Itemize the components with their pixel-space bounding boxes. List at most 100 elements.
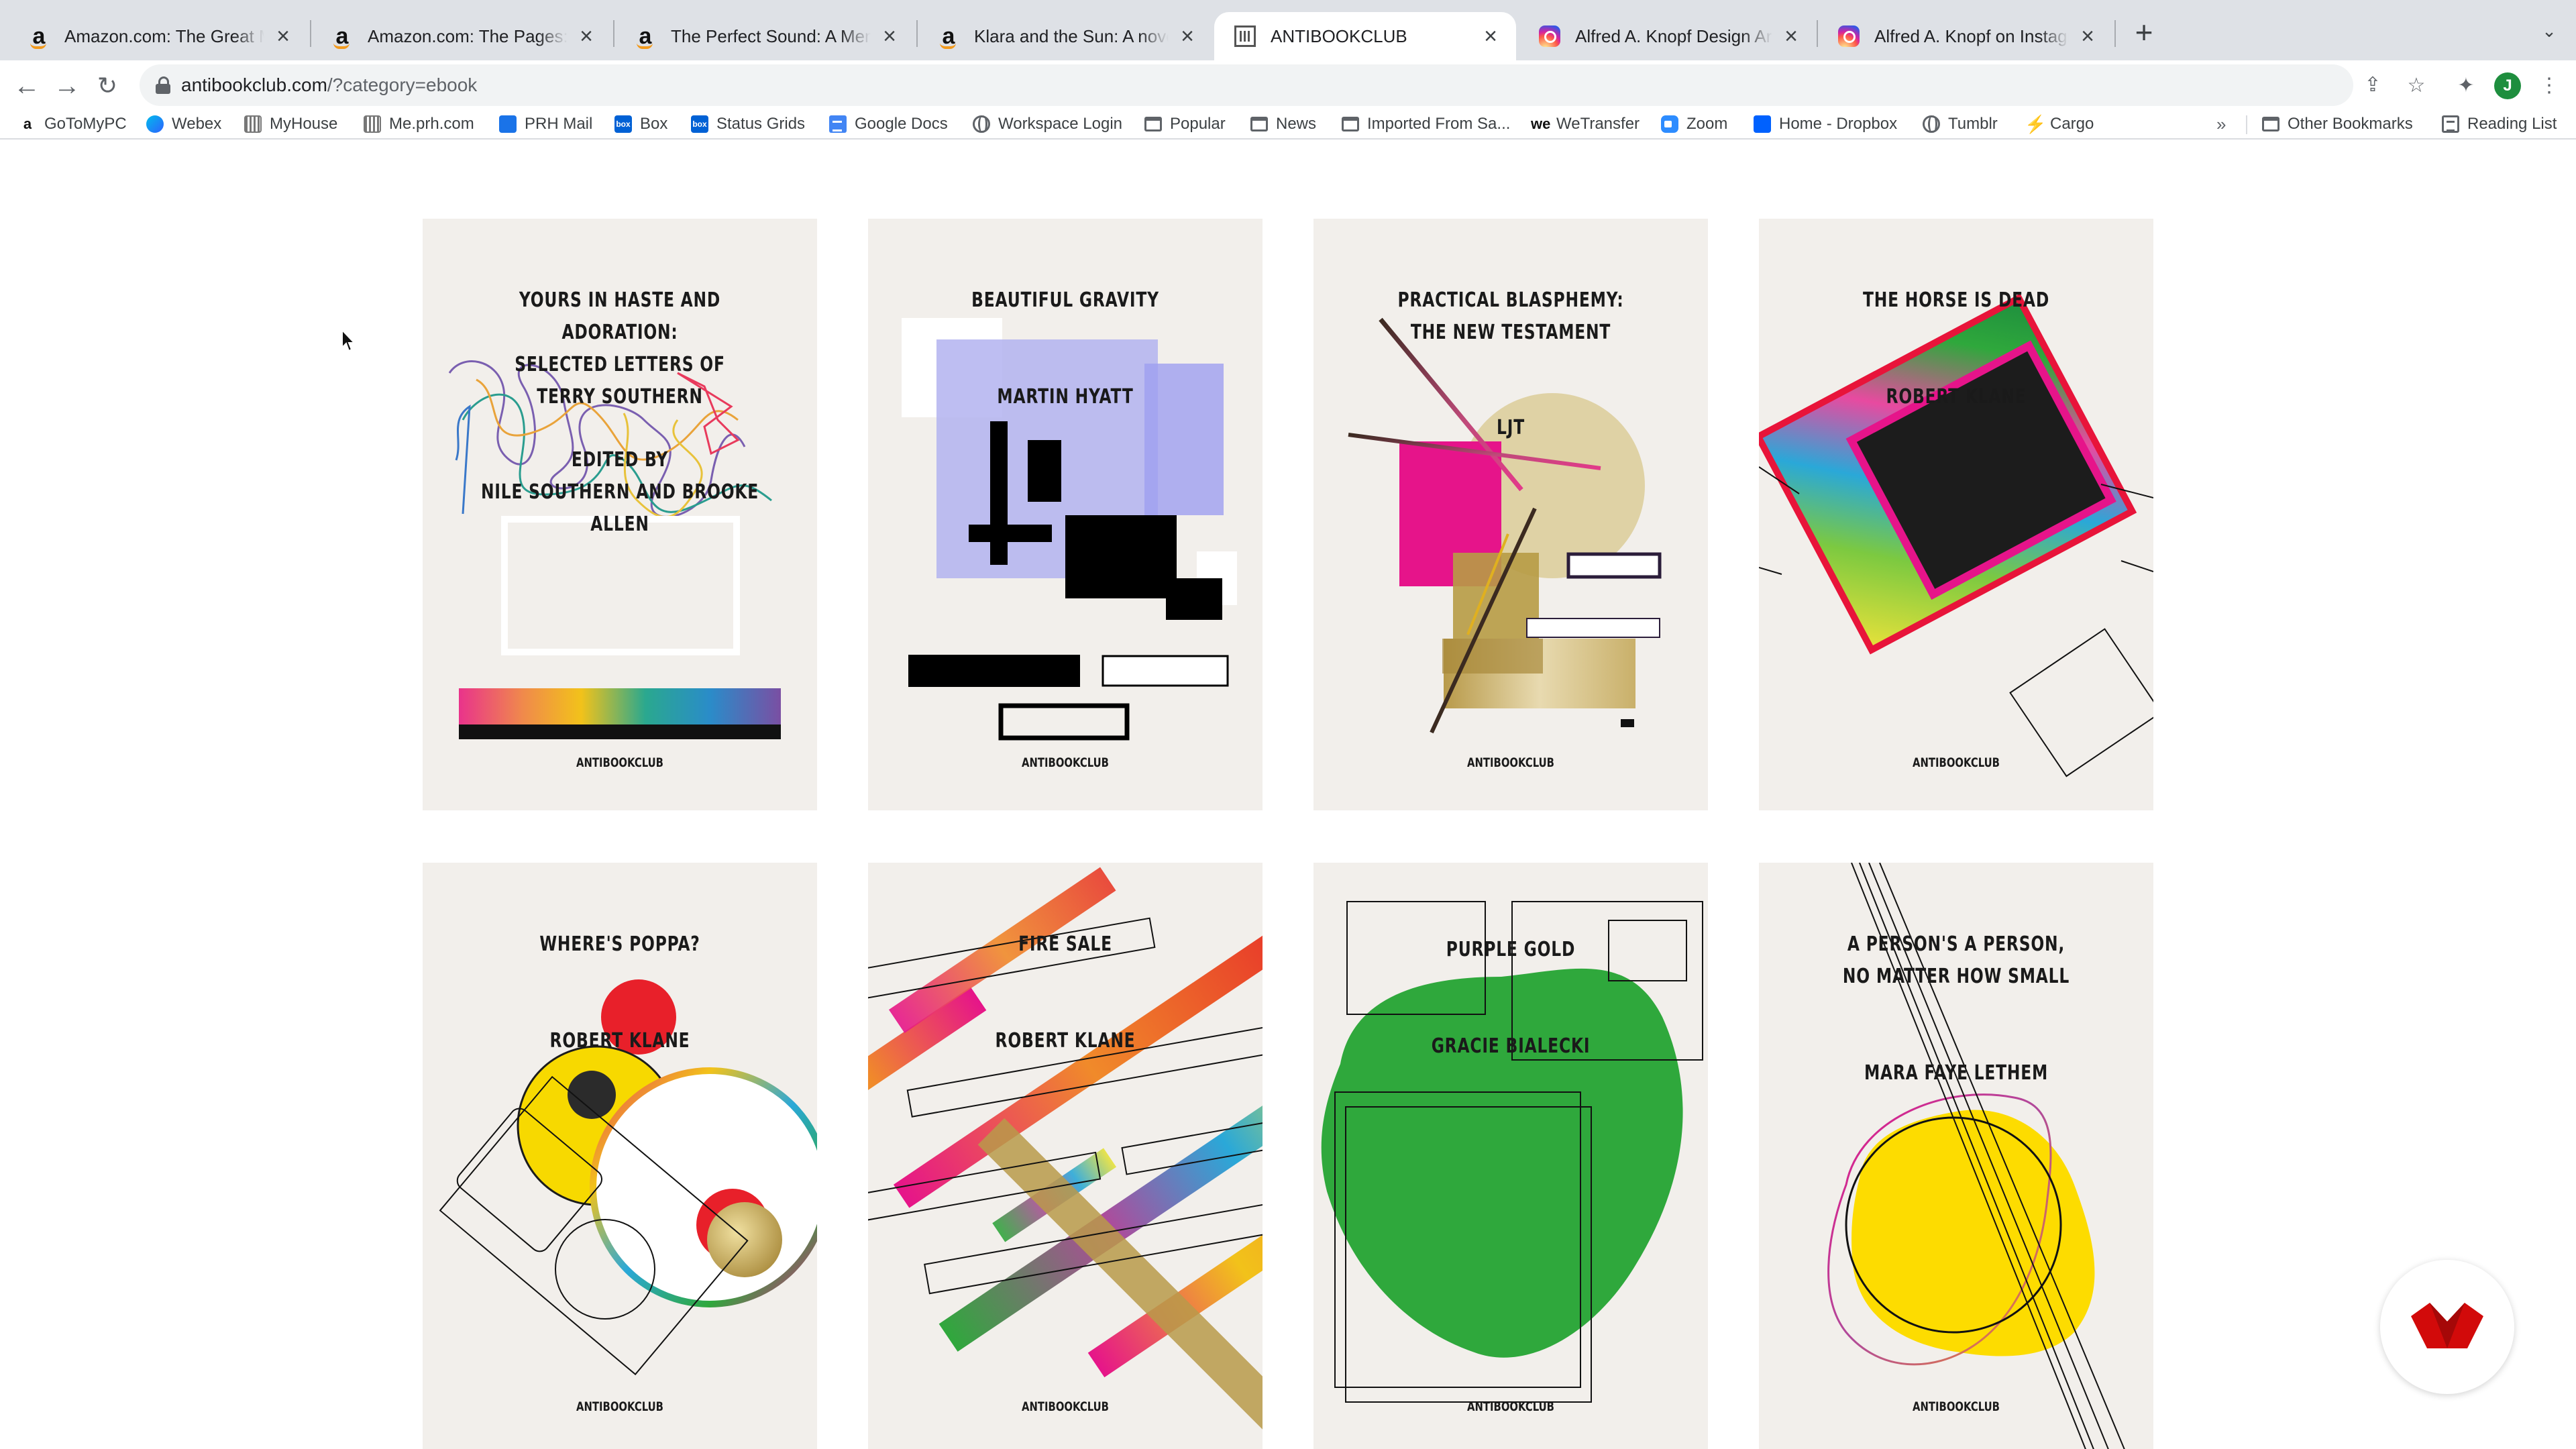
bookmark-box[interactable]: box Box xyxy=(614,110,667,138)
publisher-logo: ANTIBOOKCLUB xyxy=(1022,1399,1109,1414)
antibookclub-page: YOURS IN HASTE AND ADORATION: SELECTED LE… xyxy=(0,140,2576,1449)
tab-search-chevron-icon[interactable]: ⌄ xyxy=(2536,17,2563,44)
bookmark-label: Popular xyxy=(1170,115,1226,133)
forward-arrow-icon[interactable]: → xyxy=(50,68,85,103)
address-bar[interactable]: antibookclub.com/?category=ebook ⇪ xyxy=(140,64,2381,106)
bookmark-label: Tumblr xyxy=(1948,115,1998,133)
book-cover-beautiful-gravity[interactable]: BEAUTIFUL GRAVITY MARTIN HYATT ANTIBOOKC… xyxy=(868,219,1263,810)
bookmark-label: Zoom xyxy=(1686,115,1728,133)
bookmark-label: WeTransfer xyxy=(1556,115,1640,133)
tab-amazon-the-pages[interactable]: a Amazon.com: The Pages: A nov × xyxy=(311,12,612,60)
close-icon[interactable]: × xyxy=(1175,24,1199,48)
tab-amazon-perfect-sound[interactable]: a The Perfect Sound: A Memoir × xyxy=(614,12,915,60)
extensions-puzzle-icon[interactable]: ✦ xyxy=(2449,68,2483,103)
reload-icon[interactable]: ↻ xyxy=(90,68,125,103)
folder-icon xyxy=(1144,117,1162,131)
bookmark-prh-mail[interactable]: PRH Mail xyxy=(499,110,592,138)
bookmark-wetransfer[interactable]: we WeTransfer xyxy=(1531,110,1640,138)
publisher-logo: ANTIBOOKCLUB xyxy=(1467,1399,1554,1414)
bookmark-folder-news[interactable]: News xyxy=(1250,110,1316,138)
bookmarks-overflow-chevron[interactable]: » xyxy=(2216,110,2226,138)
bookmarks-divider xyxy=(2246,115,2247,134)
bookmark-webex[interactable]: Webex xyxy=(146,110,221,138)
bookmark-label: Other Bookmarks xyxy=(2288,115,2413,133)
bookmark-label: Cargo xyxy=(2050,115,2094,133)
book-author: MARA FAYE LETHEM xyxy=(1864,1061,2049,1085)
book-cover-a-persons-a-person[interactable]: A PERSON'S A PERSON, NO MATTER HOW SMALL … xyxy=(1759,863,2153,1449)
globe-icon xyxy=(973,115,990,133)
docs-icon xyxy=(829,115,847,133)
tab-title: Amazon.com: The Great Mistake xyxy=(64,25,264,46)
publisher-logo: ANTIBOOKCLUB xyxy=(1022,755,1109,770)
bookmark-folder-imported[interactable]: Imported From Sa... xyxy=(1342,110,1510,138)
book-cover-purple-gold[interactable]: PURPLE GOLD GRACIE BIALECKI ANTIBOOKCLUB xyxy=(1313,863,1708,1449)
close-icon[interactable]: × xyxy=(1479,24,1503,48)
close-icon[interactable]: × xyxy=(2076,24,2100,48)
tab-amazon-great-mistake[interactable]: a Amazon.com: The Great Mistake × xyxy=(8,12,309,60)
bookmark-label: MyHouse xyxy=(270,115,338,133)
back-arrow-icon[interactable]: ← xyxy=(9,68,44,103)
grid-icon xyxy=(364,115,381,133)
floating-logo-button[interactable] xyxy=(2380,1260,2514,1394)
book-title: A PERSON'S A PERSON, NO MATTER HOW SMALL xyxy=(1842,932,2070,988)
tab-antibookclub[interactable]: ANTIBOOKCLUB × xyxy=(1214,12,1516,60)
grid-icon xyxy=(244,115,262,133)
box-icon: box xyxy=(691,115,708,133)
tab-knopf-instagram[interactable]: Alfred A. Knopf on Instagram: " × xyxy=(1818,12,2113,60)
url-path: /?category=ebook xyxy=(327,74,478,95)
dropbox-icon xyxy=(1754,115,1771,133)
book-cover-horse-is-dead[interactable]: THE HORSE IS DEAD ROBERT KLANE ANTIBOOKC… xyxy=(1759,219,2153,810)
book-cover-yours-in-haste[interactable]: YOURS IN HASTE AND ADORATION: SELECTED LE… xyxy=(423,219,817,810)
bolt-icon: ⚡ xyxy=(2025,114,2047,134)
mouse-cursor-icon xyxy=(341,329,356,352)
globe-icon xyxy=(1923,115,1940,133)
profile-avatar[interactable]: J xyxy=(2494,72,2521,99)
bookmark-label: Webex xyxy=(172,115,222,133)
book-author: GRACIE BIALECKI xyxy=(1431,1034,1591,1058)
bookmark-gotomypc[interactable]: a GoToMyPC xyxy=(19,110,127,138)
tab-amazon-klara[interactable]: a Klara and the Sun: A novel: Ish × xyxy=(918,12,1213,60)
bookmark-myhouse[interactable]: MyHouse xyxy=(244,110,337,138)
tab-title: Alfred A. Knopf Design Archive xyxy=(1575,25,1772,46)
reading-list-button[interactable]: Reading List xyxy=(2442,110,2557,138)
bookmark-status-grids[interactable]: box Status Grids xyxy=(691,110,805,138)
close-icon[interactable]: × xyxy=(574,24,598,48)
instagram-icon xyxy=(1838,25,1860,47)
bookmark-tumblr[interactable]: Tumblr xyxy=(1923,110,1998,138)
bookmark-label: Imported From Sa... xyxy=(1367,115,1511,133)
bookmark-home-dropbox[interactable]: Home - Dropbox xyxy=(1754,110,1897,138)
browser-menu-icon[interactable]: ⋮ xyxy=(2532,68,2567,103)
amazon-icon: a xyxy=(28,25,50,49)
close-icon[interactable]: × xyxy=(271,24,295,48)
bookmark-workspace-login[interactable]: Workspace Login xyxy=(973,110,1122,138)
book-cover-wheres-poppa[interactable]: WHERE'S POPPA? ROBERT KLANE ANTIBOOKCLUB xyxy=(423,863,817,1449)
folder-icon xyxy=(2262,117,2279,131)
bookmark-me-prh[interactable]: Me.prh.com xyxy=(364,110,474,138)
bookmark-folder-popular[interactable]: Popular xyxy=(1144,110,1226,138)
publisher-logo: ANTIBOOKCLUB xyxy=(1913,1399,2000,1414)
zoom-icon xyxy=(1661,115,1678,133)
webex-icon xyxy=(146,115,164,133)
bookmark-label: PRH Mail xyxy=(525,115,593,133)
publisher-logo: ANTIBOOKCLUB xyxy=(1913,755,2000,770)
bookmark-google-docs[interactable]: Google Docs xyxy=(829,110,948,138)
other-bookmarks-folder[interactable]: Other Bookmarks xyxy=(2262,110,2413,138)
publisher-logo: ANTIBOOKCLUB xyxy=(1467,755,1554,770)
amazon-icon: a xyxy=(635,25,656,49)
share-icon[interactable]: ⇪ xyxy=(2357,70,2388,101)
bookmark-cargo[interactable]: ⚡ Cargo xyxy=(2025,110,2094,138)
folder-icon xyxy=(1250,117,1268,131)
reading-list-icon xyxy=(2442,115,2459,133)
book-title: THE HORSE IS DEAD xyxy=(1862,288,2050,312)
bookmark-zoom[interactable]: Zoom xyxy=(1661,110,1727,138)
close-icon[interactable]: × xyxy=(1779,24,1803,48)
close-icon[interactable]: × xyxy=(877,24,902,48)
tab-knopf-design-archive[interactable]: Alfred A. Knopf Design Archive × xyxy=(1519,12,1817,60)
book-cover-practical-blasphemy[interactable]: PRACTICAL BLASPHEMY: THE NEW TESTAMENT LJ… xyxy=(1313,219,1708,810)
tab-title: Amazon.com: The Pages: A nov xyxy=(368,25,568,46)
bookmark-star-icon[interactable]: ☆ xyxy=(2399,68,2434,103)
url-text[interactable]: antibookclub.com/?category=ebook xyxy=(181,64,477,106)
new-tab-button[interactable]: + xyxy=(2128,16,2160,48)
book-cover-fire-sale[interactable]: FIRE SALE ROBERT KLANE ANTIBOOKCLUB xyxy=(868,863,1263,1449)
outlook-icon xyxy=(499,115,517,133)
